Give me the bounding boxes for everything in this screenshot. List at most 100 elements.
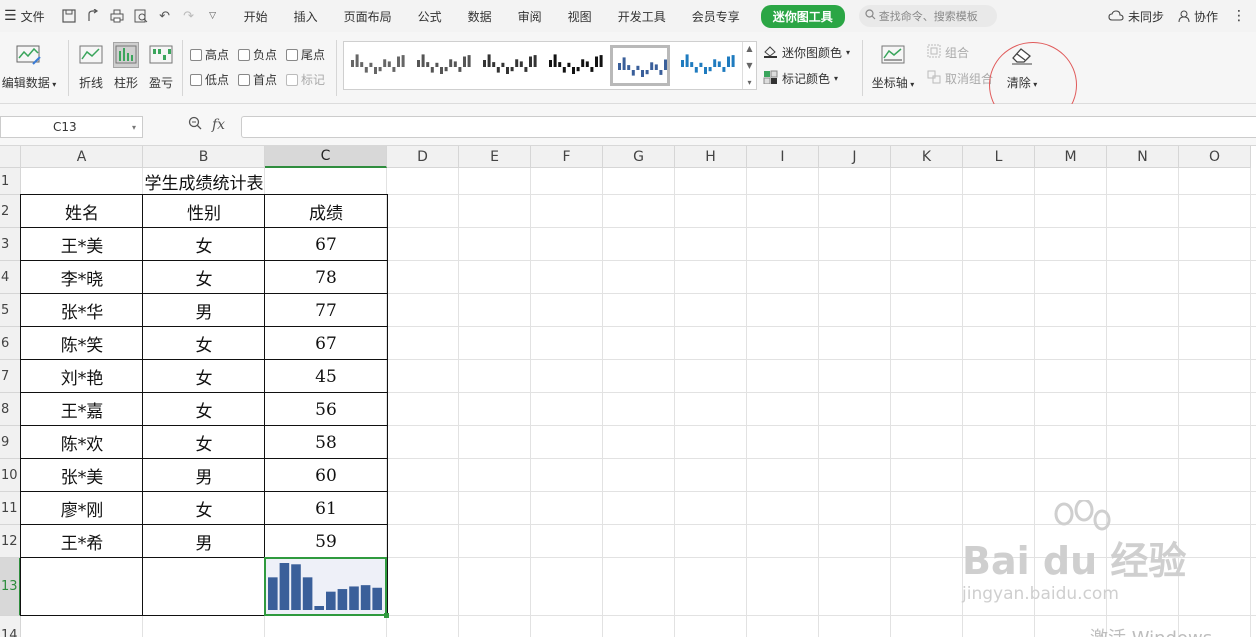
gender-cell[interactable]: 女	[143, 426, 265, 459]
gender-cell[interactable]: 女	[143, 393, 265, 426]
score-cell[interactable]: 56	[265, 393, 387, 426]
fx-icon[interactable]: fx	[212, 117, 225, 133]
row-header-3[interactable]: 3	[0, 228, 21, 261]
column-header-f[interactable]: F	[531, 146, 603, 168]
scroll-up-icon[interactable]: ▲	[746, 44, 752, 53]
scroll-down-icon[interactable]: ▼	[746, 61, 752, 70]
style-option[interactable]	[346, 45, 406, 86]
gender-cell[interactable]: 女	[143, 261, 265, 294]
sparkline-color-button[interactable]: 迷你图颜色 ▾	[763, 44, 850, 61]
score-cell[interactable]: 67	[265, 327, 387, 360]
header-cell-name[interactable]: 姓名	[21, 195, 143, 228]
column-header-l[interactable]: L	[963, 146, 1035, 168]
gallery-scrollbar[interactable]: ▲ ▼ ▾	[742, 42, 756, 89]
name-cell[interactable]: 张*美	[21, 459, 143, 492]
column-header-j[interactable]: J	[819, 146, 891, 168]
edit-data-button[interactable]: 编辑数据 ▾	[0, 42, 58, 91]
score-cell[interactable]: 67	[265, 228, 387, 261]
tab-review[interactable]: 审阅	[505, 8, 555, 25]
row-header-2[interactable]: 2	[0, 195, 21, 228]
name-cell[interactable]: 王*嘉	[21, 393, 143, 426]
style-option[interactable]	[478, 45, 538, 86]
gender-cell[interactable]: 男	[143, 459, 265, 492]
save-icon[interactable]	[61, 8, 77, 24]
axis-button[interactable]: 坐标轴 ▾	[869, 42, 917, 91]
share-icon[interactable]	[85, 8, 101, 24]
row-header-5[interactable]: 5	[0, 294, 21, 327]
column-header-m[interactable]: M	[1035, 146, 1107, 168]
name-box[interactable]: C13 ▾	[0, 116, 143, 138]
zoom-icon[interactable]	[188, 116, 202, 134]
column-header-d[interactable]: D	[387, 146, 459, 168]
row-header-13[interactable]: 13	[0, 558, 21, 616]
tab-home[interactable]: 开始	[231, 8, 281, 25]
customize-dropdown-icon[interactable]: ▽	[205, 8, 221, 24]
select-all-corner[interactable]	[0, 146, 21, 168]
style-option[interactable]	[676, 45, 736, 86]
header-cell-score[interactable]: 成绩	[265, 195, 387, 228]
tab-member[interactable]: 会员专享	[679, 8, 753, 25]
column-header-c[interactable]: C	[265, 146, 387, 168]
row-header-10[interactable]: 10	[0, 459, 21, 492]
name-cell[interactable]: 王*美	[21, 228, 143, 261]
gender-cell[interactable]: 男	[143, 525, 265, 558]
row-header-6[interactable]: 6	[0, 327, 21, 360]
tab-sparkline-tools[interactable]: 迷你图工具	[760, 4, 845, 28]
row-header-1[interactable]: 1	[0, 168, 21, 195]
line-sparkline-button[interactable]: 折线	[76, 42, 106, 91]
marker-checkbox[interactable]: 标记	[286, 71, 325, 88]
column-header-k[interactable]: K	[891, 146, 963, 168]
sparkline-style-gallery[interactable]: ▲ ▼ ▾	[343, 41, 757, 90]
gallery-expand-icon[interactable]: ▾	[747, 78, 751, 87]
tab-developer[interactable]: 开发工具	[605, 8, 679, 25]
collaborate-button[interactable]: 协作	[1178, 8, 1218, 25]
winloss-sparkline-button[interactable]: 盈亏	[146, 42, 176, 91]
name-cell[interactable]: 廖*刚	[21, 492, 143, 525]
column-header-e[interactable]: E	[459, 146, 531, 168]
redo-icon[interactable]: ↷	[181, 8, 197, 24]
marker-color-button[interactable]: 标记颜色 ▾	[763, 70, 838, 87]
sparkline-cell-c13[interactable]	[264, 557, 387, 616]
name-cell[interactable]: 陈*欢	[21, 426, 143, 459]
column-header-o[interactable]: O	[1179, 146, 1251, 168]
row-header-4[interactable]: 4	[0, 261, 21, 294]
column-header-b[interactable]: B	[143, 146, 265, 168]
name-cell[interactable]: 李*晓	[21, 261, 143, 294]
tab-insert[interactable]: 插入	[281, 8, 331, 25]
gender-cell[interactable]: 女	[143, 360, 265, 393]
row-header-7[interactable]: 7	[0, 360, 21, 393]
ungroup-button[interactable]: 取消组合	[927, 70, 993, 87]
row-header-8[interactable]: 8	[0, 393, 21, 426]
sync-status[interactable]: 未同步	[1108, 8, 1164, 25]
column-sparkline-button[interactable]: 柱形	[111, 42, 141, 91]
score-cell[interactable]: 58	[265, 426, 387, 459]
column-header-h[interactable]: H	[675, 146, 747, 168]
style-option[interactable]	[544, 45, 604, 86]
name-cell[interactable]: 张*华	[21, 294, 143, 327]
file-menu[interactable]: ☰ 文件	[0, 8, 51, 25]
column-header-i[interactable]: I	[747, 146, 819, 168]
undo-icon[interactable]: ↶	[157, 8, 173, 24]
tab-view[interactable]: 视图	[555, 8, 605, 25]
tab-page-layout[interactable]: 页面布局	[331, 8, 405, 25]
header-cell-gender[interactable]: 性别	[143, 195, 265, 228]
table-title-cell[interactable]: 学生成绩统计表	[21, 168, 387, 195]
print-icon[interactable]	[109, 8, 125, 24]
score-cell[interactable]: 78	[265, 261, 387, 294]
last-point-checkbox[interactable]: 尾点	[286, 46, 325, 63]
style-option[interactable]	[412, 45, 472, 86]
tab-formulas[interactable]: 公式	[405, 8, 455, 25]
score-cell[interactable]: 77	[265, 294, 387, 327]
group-button[interactable]: 组合	[927, 44, 969, 61]
column-header-a[interactable]: A	[21, 146, 143, 168]
score-cell[interactable]: 59	[265, 525, 387, 558]
row-header-14[interactable]: 14	[0, 616, 21, 637]
score-cell[interactable]: 61	[265, 492, 387, 525]
first-point-checkbox[interactable]: 首点	[238, 71, 277, 88]
command-search[interactable]: 查找命令、搜索模板	[858, 5, 997, 27]
more-icon[interactable]: ⋮	[1232, 8, 1246, 24]
gender-cell[interactable]: 女	[143, 327, 265, 360]
tab-data[interactable]: 数据	[455, 8, 505, 25]
row-header-11[interactable]: 11	[0, 492, 21, 525]
fill-handle[interactable]	[384, 613, 389, 618]
